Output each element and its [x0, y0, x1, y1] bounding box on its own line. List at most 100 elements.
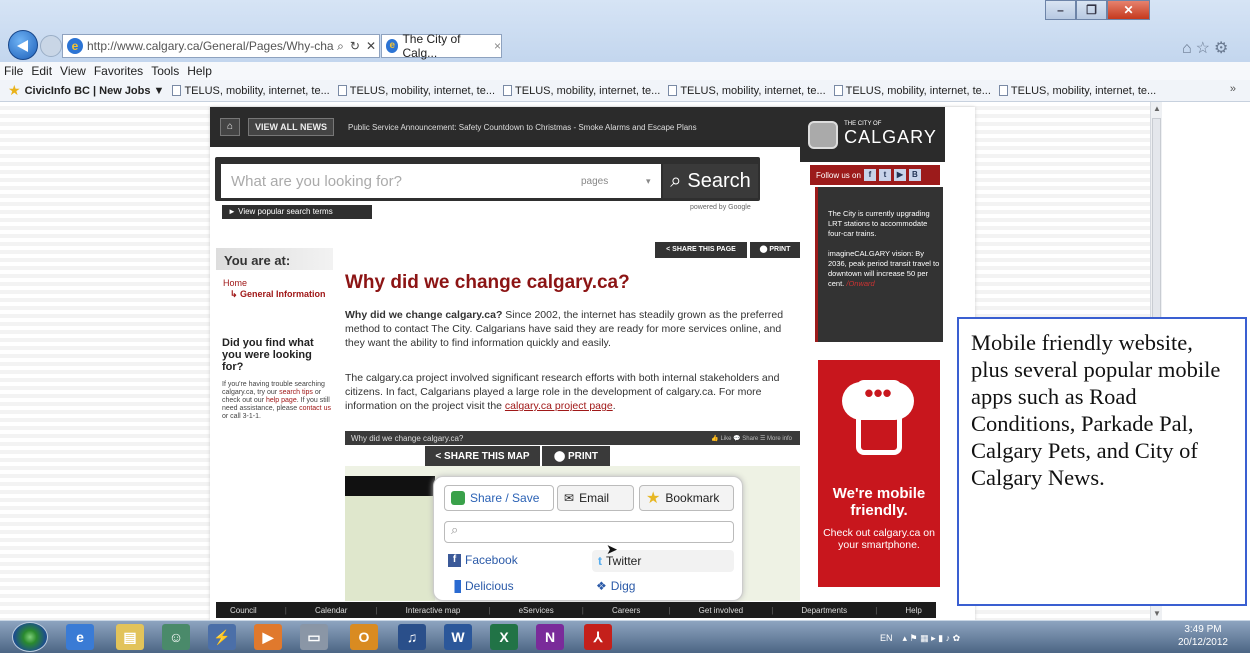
print-map-button[interactable]: ⬤ PRINT — [542, 446, 610, 466]
footer-link-help[interactable]: Help — [905, 606, 921, 615]
video-title-bar[interactable]: Why did we change calgary.ca? 👍 Like 💬 S… — [345, 431, 800, 445]
search-button[interactable]: ⌕ Search — [663, 164, 758, 198]
footer-link-council[interactable]: Council — [230, 606, 257, 615]
favorite-item[interactable]: TELUS, mobility, internet, te... — [172, 85, 330, 97]
project-page-link[interactable]: calgary.ca project page — [505, 400, 613, 412]
onenote-icon[interactable]: N — [536, 624, 564, 650]
share-digg[interactable]: ❖ Digg — [596, 579, 635, 593]
favorites-star-icon[interactable]: ☆ — [1196, 40, 1214, 57]
minimize-button[interactable]: – — [1045, 0, 1076, 20]
scroll-up-icon[interactable]: ▲ — [1153, 104, 1161, 113]
favorite-item[interactable]: TELUS, mobility, internet, te... — [668, 85, 826, 97]
maximize-button[interactable]: ❐ — [1076, 0, 1107, 20]
outlook-icon[interactable]: O — [350, 624, 378, 650]
scroll-down-icon[interactable]: ▼ — [1153, 609, 1161, 618]
share-page-button[interactable]: < SHARE THIS PAGE — [655, 242, 747, 258]
window-icon[interactable]: ▭ — [300, 624, 328, 650]
folder-icon[interactable]: ▤ — [116, 624, 144, 650]
users-icon[interactable]: ☺ — [162, 624, 190, 650]
footer-link-departments[interactable]: Departments — [801, 606, 847, 615]
browser-tab[interactable]: e The City of Calg... × — [381, 32, 502, 60]
ie-taskbar-icon[interactable]: e — [66, 624, 94, 650]
media-icon[interactable]: ▶ — [254, 624, 282, 650]
gear-icon[interactable]: ⚙ — [1214, 40, 1232, 57]
stop-icon[interactable]: ✕ — [363, 39, 379, 53]
favorites-star-icon[interactable]: ★ — [8, 82, 21, 99]
forward-button[interactable] — [40, 35, 62, 57]
search-input[interactable]: What are you looking for? pages ▾ — [221, 164, 661, 198]
favorites-more[interactable]: » — [1230, 83, 1236, 95]
favorite-item[interactable]: TELUS, mobility, internet, te... — [833, 85, 991, 97]
print-button[interactable]: ⬤ PRINT — [750, 242, 800, 258]
acrobat-icon[interactable]: ⅄ — [584, 624, 612, 650]
start-button[interactable] — [12, 622, 48, 652]
close-button[interactable]: ✕ — [1107, 0, 1150, 20]
refresh-icon[interactable]: ↻ — [347, 39, 363, 53]
footer-divider: | — [284, 605, 287, 615]
tab-email[interactable]: ✉ Email — [557, 485, 634, 511]
itunes-icon[interactable]: ♫ — [398, 624, 426, 650]
news-ticker[interactable]: Public Service Announcement: Safety Coun… — [348, 123, 697, 132]
footer-link-get-involved[interactable]: Get involved — [699, 606, 743, 615]
menu-view[interactable]: View — [60, 64, 86, 78]
popular-search-link[interactable]: ► View popular search terms — [222, 205, 372, 219]
back-button[interactable] — [8, 30, 38, 60]
favorite-item[interactable]: TELUS, mobility, internet, te... — [998, 85, 1156, 97]
home-icon[interactable]: ⌂ — [220, 118, 240, 136]
clock[interactable]: 3:49 PM 20/12/2012 — [1178, 623, 1228, 649]
footer-link-careers[interactable]: Careers — [612, 606, 640, 615]
share-delicious[interactable]: Delicious — [448, 579, 514, 593]
view-all-news-button[interactable]: VIEW ALL NEWS — [248, 118, 334, 136]
footer-link-map[interactable]: Interactive map — [406, 606, 461, 615]
tab-share-save[interactable]: Share / Save — [444, 485, 554, 511]
facebook-icon[interactable]: f — [863, 169, 876, 181]
mobile-friendly-ad[interactable]: ••• We're mobile friendly. Check out cal… — [818, 360, 940, 587]
map-header-block — [345, 476, 435, 496]
breadcrumb-current[interactable]: ↳ General Information — [230, 289, 326, 300]
onward-link[interactable]: /Onward — [846, 279, 874, 288]
crest-icon — [808, 120, 839, 149]
share-map-button[interactable]: < SHARE THIS MAP — [425, 446, 540, 466]
sidebar-note-text: imagineCALGARY vision: By 2036, peak per… — [828, 249, 940, 288]
network-icon[interactable]: ⚡ — [208, 624, 236, 650]
blog-icon[interactable]: B — [908, 169, 921, 181]
word-icon[interactable]: W — [444, 624, 472, 650]
excel-icon[interactable]: X — [490, 624, 518, 650]
ie-icon: e — [67, 38, 83, 54]
video-actions[interactable]: 👍 Like 💬 Share ☰ More info — [711, 435, 792, 442]
search-scope-select[interactable]: pages — [581, 176, 608, 187]
help-page-link[interactable]: help page — [266, 397, 297, 404]
menu-favorites[interactable]: Favorites — [94, 64, 143, 78]
city-logo[interactable]: THE CITY OF CALGARY — [800, 107, 945, 162]
share-search-input[interactable]: ⌕ — [444, 521, 734, 543]
project-paragraph: The calgary.ca project involved signific… — [345, 371, 800, 413]
language-indicator[interactable]: EN — [880, 633, 893, 643]
chevron-down-icon[interactable]: ▾ — [646, 176, 651, 187]
home-icon[interactable]: ⌂ — [1182, 40, 1196, 57]
page-icon — [337, 85, 347, 96]
url-text[interactable]: http://www.calgary.ca/General/Pages/Why-… — [87, 39, 334, 53]
menu-tools[interactable]: Tools — [151, 64, 179, 78]
tab-close-icon[interactable]: × — [494, 39, 501, 53]
twitter-icon[interactable]: t — [878, 169, 891, 181]
menu-edit[interactable]: Edit — [31, 64, 52, 78]
address-bar[interactable]: e http://www.calgary.ca/General/Pages/Wh… — [62, 34, 380, 58]
tray-icons[interactable]: ▴ ⚑ ▦ ▸ ▮ ♪ ✿ — [903, 633, 961, 644]
menu-file[interactable]: File — [4, 64, 23, 78]
search-tips-link[interactable]: search tips — [279, 389, 313, 396]
help-text: If you're having trouble searching calga… — [222, 381, 332, 421]
favorite-item[interactable]: TELUS, mobility, internet, te... — [503, 85, 660, 97]
youtube-icon[interactable]: ▶ — [893, 169, 906, 181]
footer-link-eservices[interactable]: eServices — [519, 606, 554, 615]
tab-bookmark[interactable]: ★ Bookmark — [639, 485, 734, 511]
breadcrumb-home[interactable]: Home — [223, 278, 247, 288]
footer-divider: | — [875, 605, 878, 615]
favorite-item[interactable]: TELUS, mobility, internet, te... — [337, 85, 495, 97]
favorite-civicinfo[interactable]: CivicInfo BC | New Jobs ▼ — [25, 85, 165, 97]
contact-us-link[interactable]: contact us — [299, 405, 331, 412]
footer-link-calendar[interactable]: Calendar — [315, 606, 347, 615]
share-facebook[interactable]: f Facebook — [448, 553, 518, 567]
toolbar-icons[interactable]: ⌂☆⚙ — [1182, 38, 1232, 58]
search-icon[interactable]: ⌕ — [334, 39, 347, 54]
menu-help[interactable]: Help — [187, 64, 212, 78]
